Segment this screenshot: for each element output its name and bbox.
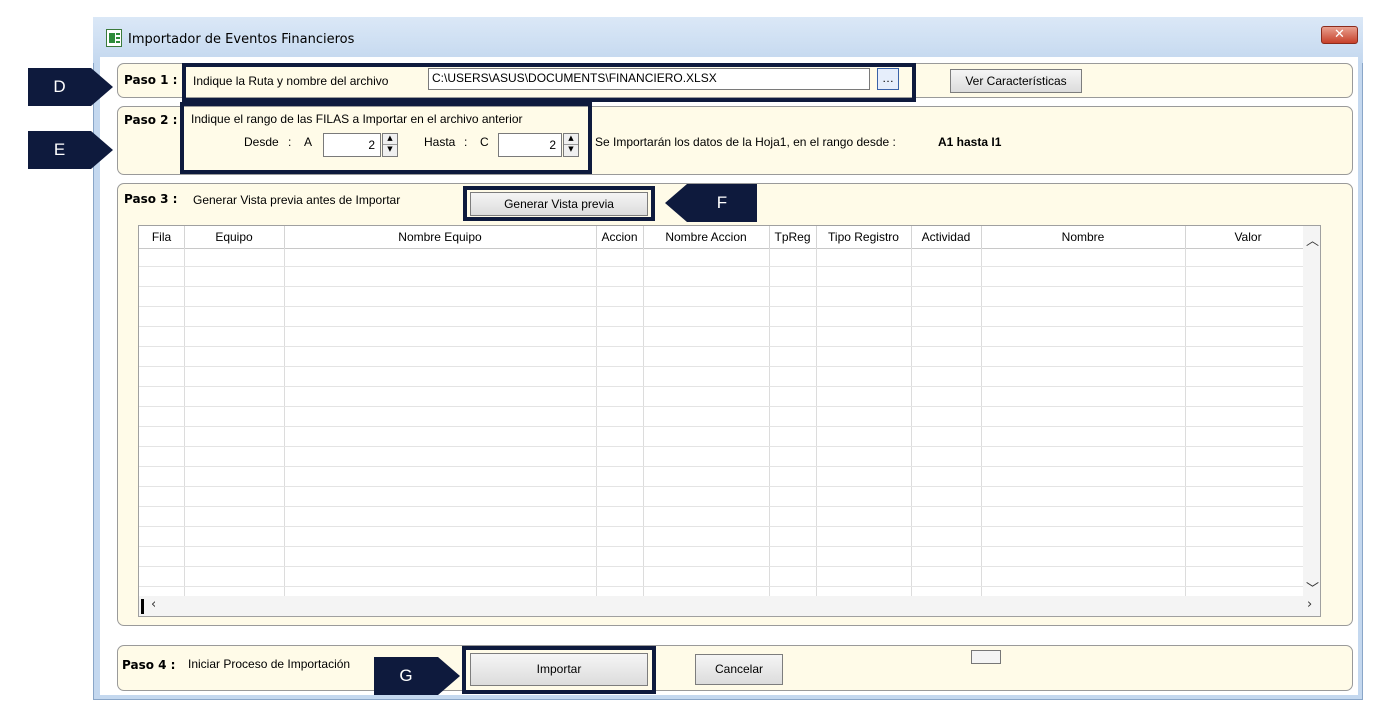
spin-down-icon[interactable]: ▼ (383, 145, 397, 156)
grid-row-line (139, 546, 1303, 547)
column-header-tpreg[interactable]: TpReg (769, 226, 817, 248)
desde-spinner[interactable]: ▲ ▼ (382, 133, 398, 157)
grid-row-line (139, 346, 1303, 347)
hasta-row-input[interactable]: 2 (498, 133, 562, 157)
paso2-label: Paso 2 : (124, 113, 178, 127)
grid-row-line (139, 366, 1303, 367)
import-range-info: Se Importarán los datos de la Hoja1, en … (595, 135, 896, 149)
column-header-tipo-registro[interactable]: Tipo Registro (816, 226, 912, 248)
hasta-colon: : (464, 135, 468, 149)
desde-label: Desde (244, 135, 279, 149)
column-header-nombre-equipo[interactable]: Nombre Equipo (284, 226, 597, 248)
callout-e-label: E (28, 131, 91, 169)
file-path-input[interactable]: C:\USERS\ASUS\DOCUMENTS\FINANCIERO.XLSX (428, 68, 870, 90)
callout-f-arrow (665, 184, 687, 222)
paso1-prompt: Indique la Ruta y nombre del archivo (193, 74, 389, 88)
spin-up-icon[interactable]: ▲ (383, 134, 397, 145)
column-header-nombre-accion[interactable]: Nombre Accion (643, 226, 770, 248)
paso3-prompt: Generar Vista previa antes de Importar (193, 193, 401, 207)
grid-row-line (139, 466, 1303, 467)
paso2-prompt: Indique el rango de las FILAS a Importar… (191, 112, 523, 126)
grid-row-line (139, 446, 1303, 447)
callout-g-arrow (438, 657, 460, 695)
grid-row-line (139, 306, 1303, 307)
import-range-value: A1 hasta I1 (938, 135, 1002, 149)
desde-column-letter: A (304, 135, 313, 149)
grid-row-line (139, 286, 1303, 287)
preview-grid[interactable]: Fila Equipo Nombre Equipo Accion Nombre … (138, 225, 1321, 617)
column-header-actividad[interactable]: Actividad (911, 226, 982, 248)
paso4-prompt: Iniciar Proceso de Importación (188, 657, 351, 671)
grid-row-line (139, 566, 1303, 567)
spin-down-icon[interactable]: ▼ (564, 145, 578, 156)
close-button[interactable]: ✕ (1321, 26, 1358, 44)
column-header-fila[interactable]: Fila (139, 226, 185, 248)
desde-colon: : (288, 135, 292, 149)
callout-d-arrow (91, 68, 113, 106)
spreadsheet-app-icon (106, 29, 122, 47)
grid-row-line (139, 526, 1303, 527)
column-header-valor[interactable]: Valor (1185, 226, 1312, 248)
column-header-accion[interactable]: Accion (596, 226, 644, 248)
callout-g-label: G (374, 657, 438, 695)
vertical-scrollbar[interactable]: ︿ ﹀ (1303, 226, 1320, 598)
callout-d-label: D (28, 68, 91, 106)
scroll-left-icon[interactable]: ‹ (151, 597, 156, 612)
grid-row-line (139, 266, 1303, 267)
column-header-nombre[interactable]: Nombre (981, 226, 1186, 248)
grid-row-line (139, 386, 1303, 387)
grid-row-line (139, 486, 1303, 487)
grid-cursor-marker (141, 599, 144, 614)
hasta-spinner[interactable]: ▲ ▼ (563, 133, 579, 157)
desde-row-input[interactable]: 2 (323, 133, 381, 157)
ver-caracteristicas-button[interactable]: Ver Características (950, 69, 1082, 93)
callout-f-label: F (687, 184, 757, 222)
importar-button[interactable]: Importar (470, 653, 648, 686)
grid-header: Fila Equipo Nombre Equipo Accion Nombre … (139, 226, 1320, 249)
scroll-right-icon[interactable]: › (1307, 597, 1312, 612)
spin-up-icon[interactable]: ▲ (564, 134, 578, 145)
generar-vista-previa-button[interactable]: Generar Vista previa (470, 192, 648, 216)
column-header-equipo[interactable]: Equipo (184, 226, 285, 248)
grid-row-line (139, 426, 1303, 427)
hasta-column-letter: C (480, 135, 489, 149)
grid-row-line (139, 586, 1303, 587)
scroll-up-icon[interactable]: ︿ (1306, 230, 1319, 249)
status-indicator (971, 650, 1001, 664)
scroll-down-icon[interactable]: ﹀ (1306, 578, 1319, 597)
paso1-label: Paso 1 : (124, 73, 178, 87)
callout-e-arrow (91, 131, 113, 169)
paso3-label: Paso 3 : (124, 192, 178, 206)
horizontal-scrollbar[interactable]: ‹ › (139, 596, 1320, 616)
grid-row-line (139, 326, 1303, 327)
grid-row-line (139, 406, 1303, 407)
window-title: Importador de Eventos Financieros (128, 32, 355, 47)
browse-file-button[interactable]: … (877, 68, 899, 90)
paso4-label: Paso 4 : (122, 658, 176, 672)
cancelar-button[interactable]: Cancelar (695, 654, 783, 685)
hasta-label: Hasta (424, 135, 456, 149)
grid-row-line (139, 506, 1303, 507)
